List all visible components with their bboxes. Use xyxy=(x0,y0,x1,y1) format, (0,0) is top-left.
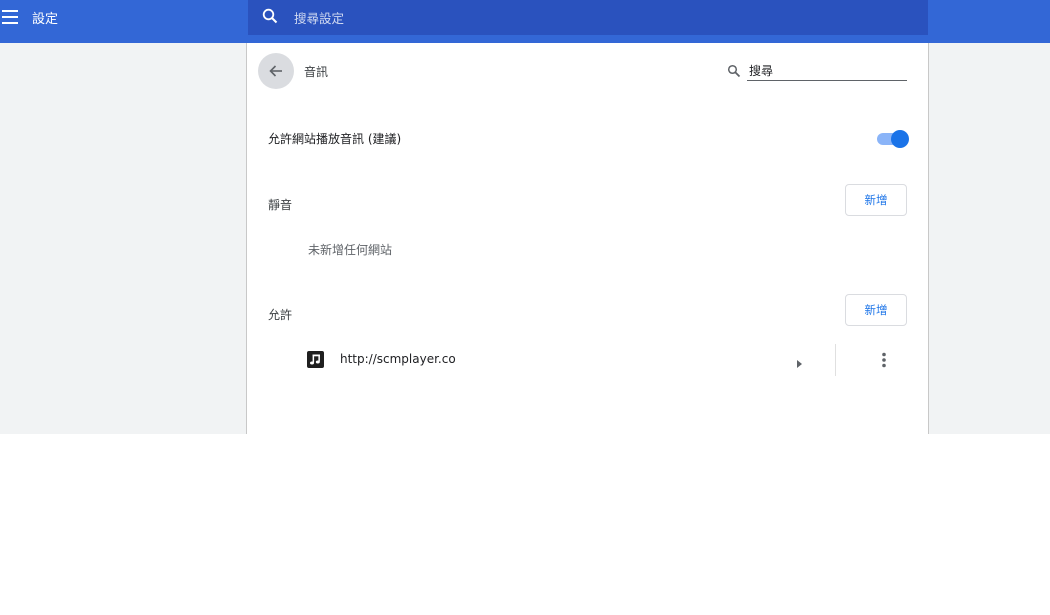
hamburger-menu-icon[interactable] xyxy=(0,6,24,28)
site-row[interactable]: http://scmplayer.co xyxy=(247,343,928,377)
mute-add-button[interactable]: 新增 xyxy=(845,184,907,216)
allow-add-button[interactable]: 新增 xyxy=(845,294,907,326)
arrow-right-icon[interactable] xyxy=(796,354,804,373)
audio-settings-card: 音訊 允許網站播放音訊 (建議) 靜音 新增 未新增任何網站 允許 新增 htt… xyxy=(247,43,928,434)
music-note-icon xyxy=(307,351,324,368)
site-url: http://scmplayer.co xyxy=(340,352,456,366)
allow-section-label: 允許 xyxy=(268,308,293,322)
toggle-knob xyxy=(891,130,909,148)
search-icon xyxy=(262,8,278,28)
site-search-input[interactable] xyxy=(747,61,907,81)
back-arrow-icon xyxy=(269,65,282,77)
top-app-bar: 設定 搜尋設定 xyxy=(0,0,1050,43)
row-divider xyxy=(835,344,836,376)
mute-empty-message: 未新增任何網站 xyxy=(308,243,393,257)
back-button[interactable] xyxy=(258,53,294,89)
settings-search-box[interactable]: 搜尋設定 xyxy=(248,0,928,35)
allow-audio-label: 允許網站播放音訊 (建議) xyxy=(268,132,402,146)
mute-section-label: 靜音 xyxy=(268,198,293,212)
settings-search-placeholder: 搜尋設定 xyxy=(294,11,345,26)
app-title: 設定 xyxy=(32,12,59,27)
more-vert-icon[interactable] xyxy=(875,351,893,369)
page-title: 音訊 xyxy=(304,65,329,79)
allow-audio-toggle[interactable] xyxy=(876,130,909,148)
search-icon xyxy=(727,63,741,82)
